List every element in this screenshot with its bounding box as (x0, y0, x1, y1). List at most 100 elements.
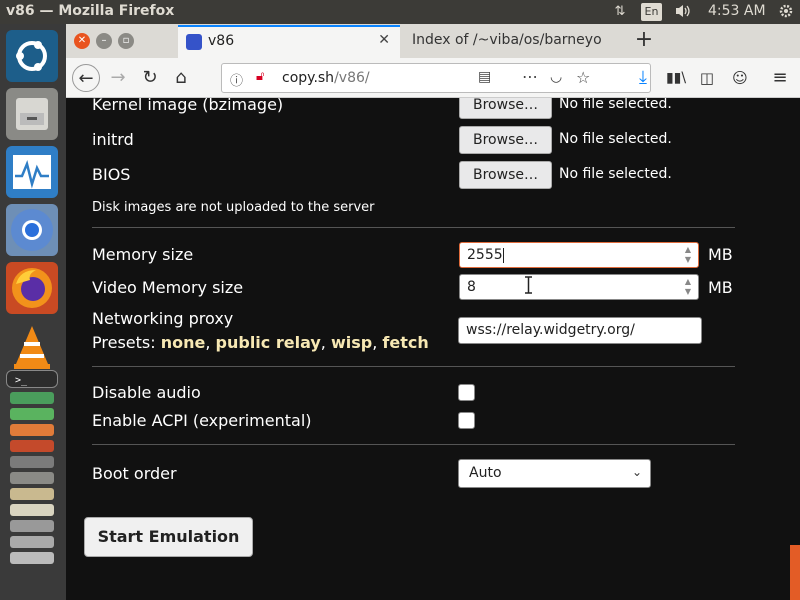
networking-proxy-label: Networking proxy (92, 309, 234, 328)
kernel-browse-button[interactable]: Browse… (459, 98, 552, 119)
boot-order-select[interactable]: Auto ⌄ (458, 459, 651, 488)
firefox-icon[interactable] (6, 262, 58, 314)
calc-icon[interactable] (10, 408, 54, 420)
clock[interactable]: 4:53 AM (708, 3, 766, 19)
memory-size-label: Memory size (92, 245, 194, 264)
home-button[interactable]: ⌂ (167, 64, 195, 92)
memory-size-input[interactable]: 2555 ▲ ▼ (459, 242, 699, 268)
memory-spinner-icon[interactable]: ▲ ▼ (682, 245, 694, 265)
tab-label: v86 (208, 33, 235, 49)
system-monitor-icon[interactable] (6, 146, 58, 198)
minimize-window-button[interactable]: – (96, 33, 112, 49)
settings-icon[interactable] (10, 472, 54, 484)
scrollbar-thumb[interactable] (790, 545, 800, 600)
disk-icon[interactable] (10, 536, 54, 548)
downloads-icon[interactable]: ⤓ (629, 64, 657, 92)
kernel-file-status: No file selected. (559, 98, 672, 112)
tab-index-of[interactable]: Index of /~viba/os/barneyo (400, 25, 630, 57)
proxy-url-value: wss://relay.widgetry.org/ (466, 322, 635, 338)
kernel-image-label: Kernel image (bzimage) (92, 98, 284, 114)
notes-icon[interactable] (10, 504, 54, 516)
archive-icon[interactable] (10, 520, 54, 532)
info-icon[interactable]: ⓘ (230, 70, 243, 89)
enable-acpi-label: Enable ACPI (experimental) (92, 411, 312, 430)
page-actions-icon[interactable]: ⋯ (522, 67, 538, 86)
tab-bar: ✕ – ▫ v86 ✕ Index of /~viba/os/barneyo + (66, 24, 800, 58)
initrd-browse-button[interactable]: Browse… (459, 126, 552, 154)
tab-favicon-icon (186, 34, 202, 50)
video-memory-input[interactable]: 8 ▲ ▼ (459, 274, 699, 300)
close-window-button[interactable]: ✕ (74, 33, 90, 49)
disable-audio-checkbox[interactable] (458, 384, 475, 401)
keyboard-layout-indicator[interactable]: En (641, 3, 662, 21)
memory-unit: MB (708, 245, 733, 264)
video-memory-unit: MB (708, 278, 733, 297)
proxy-url-input[interactable]: wss://relay.widgetry.org/ (458, 317, 702, 344)
text-editor-icon[interactable] (10, 488, 54, 500)
amazon-icon[interactable] (10, 456, 54, 468)
text-caret (502, 247, 504, 263)
insecure-lock-icon[interactable]: 🔓︎ (256, 69, 264, 84)
divider (92, 366, 735, 367)
disk-images-note: Disk images are not uploaded to the serv… (92, 200, 375, 215)
boot-order-label: Boot order (92, 464, 177, 483)
preset-public-relay-link[interactable]: public relay (216, 333, 321, 352)
boot-order-value: Auto (469, 465, 502, 481)
preset-none-link[interactable]: none (161, 333, 206, 352)
divider (92, 227, 735, 228)
url-domain: copy.sh (282, 70, 335, 86)
bookmark-star-icon[interactable]: ☆ (576, 68, 590, 87)
new-tab-button[interactable]: + (630, 25, 658, 57)
tab-label: Index of /~viba/os/barneyo (412, 32, 602, 48)
tab-v86[interactable]: v86 ✕ (178, 25, 400, 58)
initrd-file-status: No file selected. (559, 131, 672, 147)
start-emulation-button[interactable]: Start Emulation (84, 517, 253, 557)
text-cursor-icon (525, 276, 532, 294)
svg-text:>_: >_ (15, 375, 28, 386)
close-tab-icon[interactable]: ✕ (378, 32, 390, 48)
spreadsheet-icon[interactable] (10, 392, 54, 404)
menu-hamburger-icon[interactable]: ≡ (766, 64, 794, 92)
reload-button[interactable]: ↻ (136, 64, 164, 92)
preset-fetch-link[interactable]: fetch (382, 333, 428, 352)
reader-view-icon[interactable]: ▤ (478, 69, 491, 85)
url-bar[interactable]: ⓘ 🔓︎ copy.sh/v86/ ▤ ⋯ ◡ ☆ (221, 63, 651, 93)
memory-size-value: 2555 (467, 247, 503, 263)
chromium-icon[interactable] (6, 204, 58, 256)
library-icon[interactable]: ▮▮\ (662, 64, 690, 92)
account-icon[interactable]: ☺ (726, 64, 754, 92)
ubuntu-software-icon[interactable] (10, 440, 54, 452)
enable-acpi-checkbox[interactable] (458, 412, 475, 429)
back-button[interactable]: ← (72, 64, 100, 92)
window-title: v86 — Mozilla Firefox (6, 3, 175, 19)
ubuntu-dash-icon[interactable] (6, 30, 58, 82)
trash-icon[interactable] (10, 552, 54, 564)
sidebar-toggle-icon[interactable]: ◫ (693, 64, 721, 92)
video-memory-label: Video Memory size (92, 278, 244, 297)
forward-button[interactable]: → (104, 64, 132, 92)
launcher-sidebar: >_ (0, 24, 66, 600)
page-content: Kernel image (bzimage) Browse… No file s… (66, 98, 800, 600)
files-icon[interactable] (6, 88, 58, 140)
settings-gear-icon[interactable] (777, 3, 795, 21)
network-icon[interactable]: ⇅ (611, 3, 629, 21)
preset-wisp-link[interactable]: wisp (331, 333, 372, 352)
vlc-icon[interactable] (6, 320, 58, 372)
video-memory-spinner-icon[interactable]: ▲ ▼ (682, 277, 694, 297)
volume-icon[interactable] (674, 3, 692, 21)
proxy-presets: Presets: none, public relay, wisp, fetch (92, 333, 429, 352)
terminal-icon[interactable]: >_ (6, 370, 58, 388)
impress-icon[interactable] (10, 424, 54, 436)
bios-file-status: No file selected. (559, 166, 672, 182)
chevron-down-icon: ⌄ (631, 465, 642, 479)
video-memory-value: 8 (467, 279, 476, 295)
url-text: copy.sh/v86/ (282, 70, 370, 86)
presets-label: Presets: (92, 333, 156, 352)
maximize-window-button[interactable]: ▫ (118, 33, 134, 49)
url-path: /v86/ (334, 70, 370, 86)
bios-browse-button[interactable]: Browse… (459, 161, 552, 189)
system-top-panel: v86 — Mozilla Firefox ⇅ En 4:53 AM (0, 0, 800, 24)
bios-label: BIOS (92, 165, 131, 184)
pocket-icon[interactable]: ◡ (550, 69, 562, 85)
navigation-bar: ← → ↻ ⌂ ⓘ 🔓︎ copy.sh/v86/ ▤ ⋯ ◡ ☆ ⤓ ▮▮\ … (66, 58, 800, 98)
